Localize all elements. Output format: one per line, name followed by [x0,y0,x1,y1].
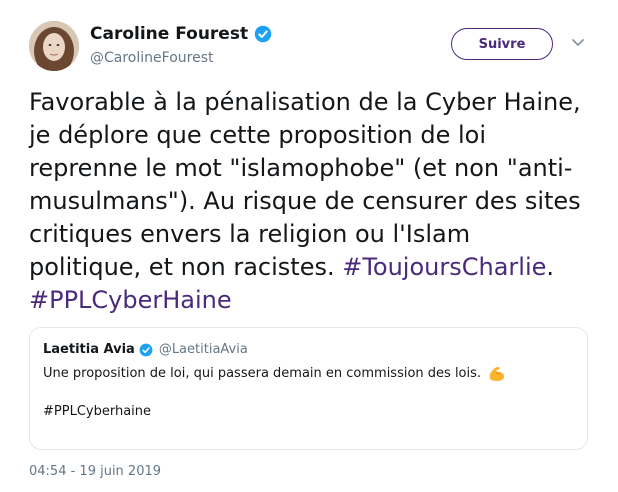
author-avatar[interactable] [29,21,79,71]
author-name-row: Caroline Fourest [90,24,272,44]
hashtag-link-toujourscharlie[interactable]: #ToujoursCharlie [342,253,546,281]
chevron-down-icon[interactable] [571,38,585,48]
quoted-author-handle: @LaetitiaAvia [158,342,248,357]
verified-badge-icon [139,343,153,356]
quoted-author-name: Laetitia Avia [43,342,135,357]
tweet-punctuation: . [546,253,555,281]
author-display-name[interactable]: Caroline Fourest [90,24,248,44]
flexed-biceps-icon [489,367,505,381]
quoted-tweet-hashtag: #PPLCyberhaine [43,404,152,419]
verified-badge-icon [254,25,272,43]
quoted-tweet-text-row: Une proposition de loi, qui passera dema… [43,364,507,382]
tweet-timestamp[interactable]: 04:54 - 19 juin 2019 [29,464,161,479]
quoted-tweet-text: Une proposition de loi, qui passera dema… [43,365,482,381]
hashtag-link-pplcyberhaine[interactable]: #PPLCyberHaine [29,286,232,314]
follow-button[interactable]: Suivre [451,28,553,60]
quoted-tweet-card[interactable]: Laetitia Avia @LaetitiaAvia Une proposit… [29,327,588,450]
quoted-tweet-header: Laetitia Avia @LaetitiaAvia [43,342,248,357]
tweet-text: Favorable à la pénalisation de la Cyber … [29,86,589,317]
author-handle[interactable]: @CarolineFourest [90,50,213,66]
